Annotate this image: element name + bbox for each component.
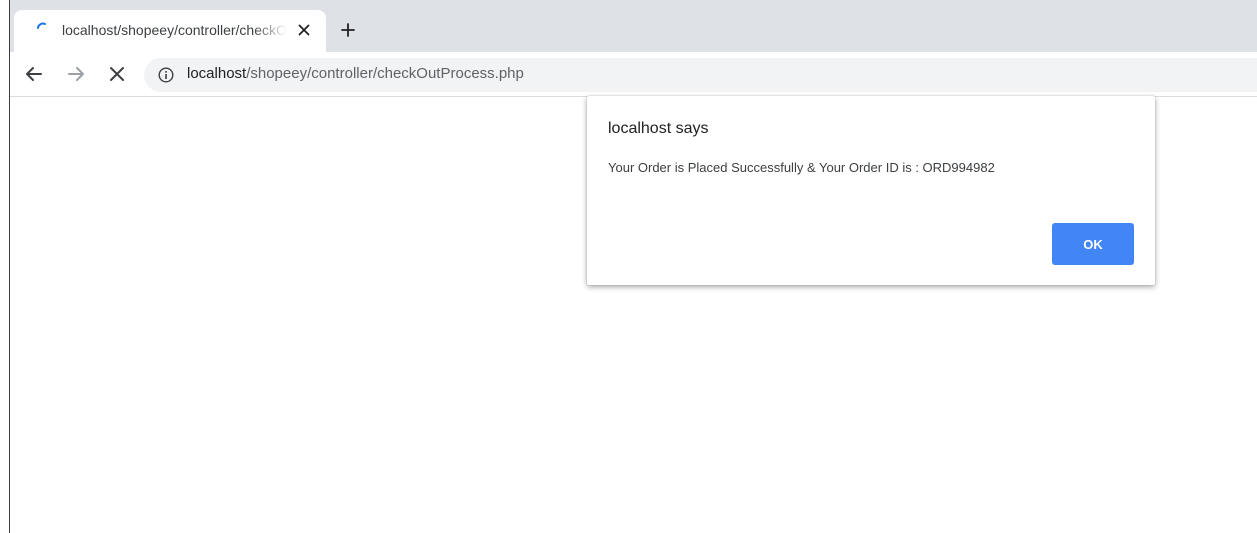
- url-path: /shopeey/controller/checkOutProcess.php: [246, 65, 524, 82]
- loading-spinner-icon: [37, 22, 46, 29]
- info-icon[interactable]: [158, 67, 174, 83]
- dialog-title: localhost says: [608, 120, 709, 137]
- alert-dialog: localhost says Your Order is Placed Succ…: [587, 96, 1155, 285]
- url-host: localhost: [187, 65, 247, 82]
- plus-icon[interactable]: [336, 18, 360, 42]
- ok-button[interactable]: OK: [1052, 223, 1134, 265]
- browser-tab[interactable]: localhost/shopeey/controller/checkOutPro…: [14, 10, 326, 52]
- address-bar[interactable]: localhost/shopeey/controller/checkOutPro…: [144, 58, 1257, 92]
- close-icon[interactable]: [294, 20, 314, 40]
- url-text[interactable]: localhost/shopeey/controller/checkOutPro…: [187, 65, 524, 82]
- tab-title: localhost/shopeey/controller/checkOutPro…: [62, 22, 287, 38]
- tab-strip: localhost/shopeey/controller/checkOutPro…: [10, 0, 1257, 52]
- arrow-left-icon[interactable]: [22, 62, 46, 86]
- browser-window: localhost/shopeey/controller/checkOutPro…: [9, 0, 1257, 533]
- close-icon[interactable]: [105, 62, 129, 86]
- browser-toolbar: localhost/shopeey/controller/checkOutPro…: [10, 52, 1257, 97]
- dialog-message: Your Order is Placed Successfully & Your…: [608, 160, 995, 175]
- arrow-right-icon[interactable]: [64, 62, 88, 86]
